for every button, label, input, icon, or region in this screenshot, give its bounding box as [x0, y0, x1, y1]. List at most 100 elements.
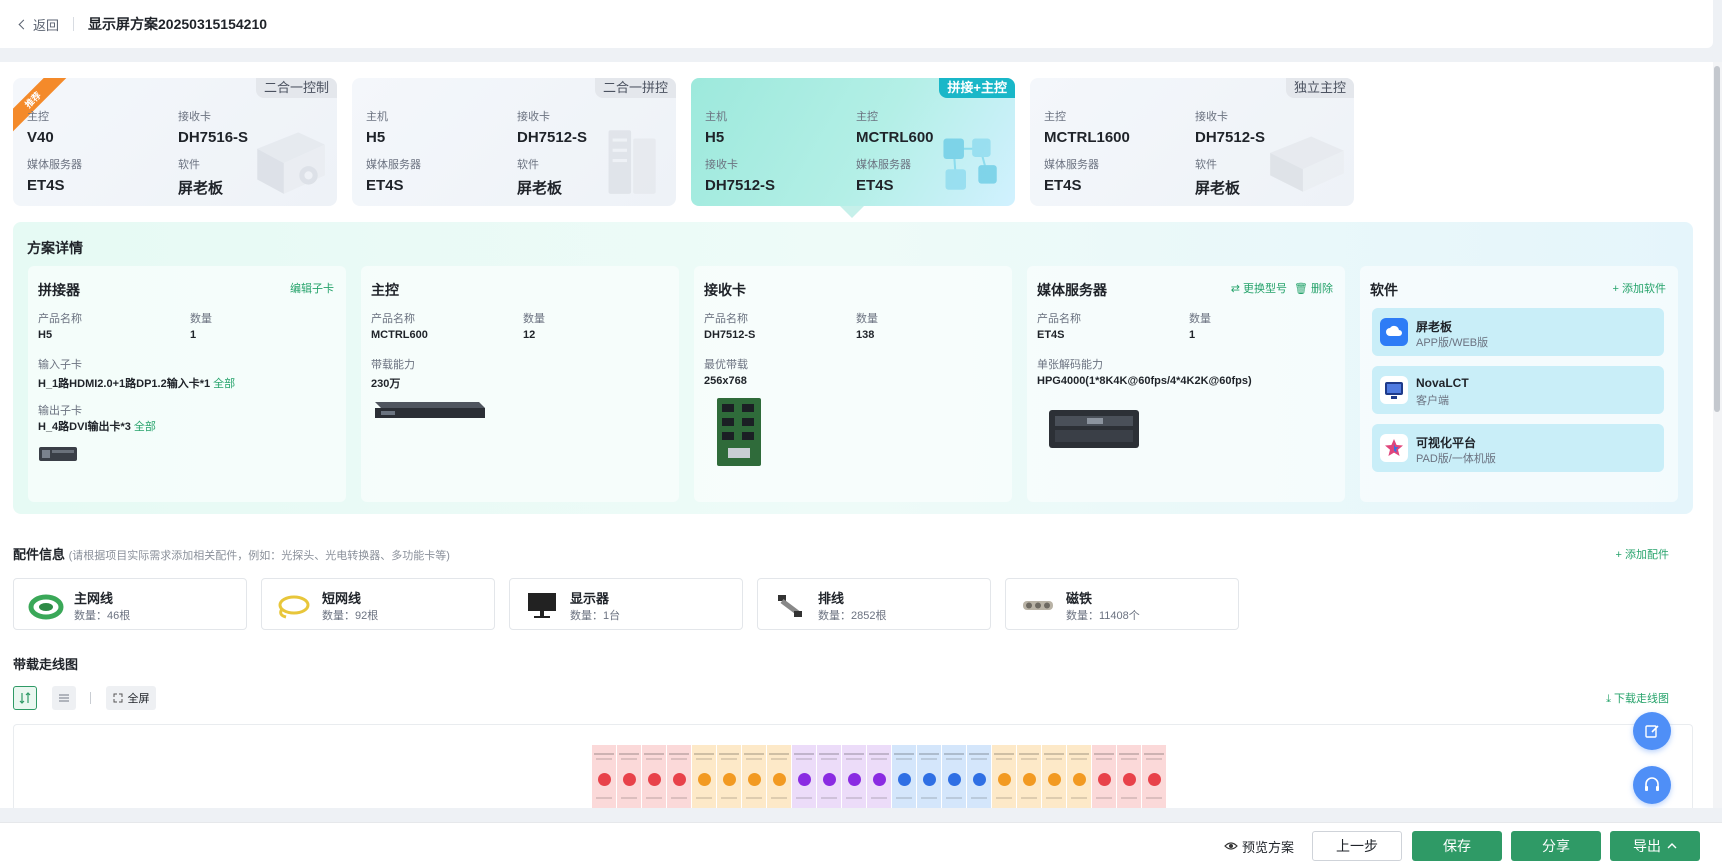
- wiring-label-mark: [846, 797, 862, 799]
- capacity-value: 256x768: [704, 375, 747, 387]
- wiring-label-mark: [844, 753, 864, 755]
- wiring-label-mark: [1121, 797, 1137, 799]
- monitor-icon: [528, 593, 556, 618]
- preview-button[interactable]: 预览方案: [1222, 831, 1296, 861]
- accessory-item[interactable]: 显示器 数量：1台: [509, 578, 743, 630]
- back-button[interactable]: 返回: [18, 15, 59, 34]
- capacity-value: 230万: [371, 378, 401, 390]
- scheme-field: 接收卡 DH7516-S: [178, 111, 249, 146]
- wiring-label-mark: [1094, 753, 1114, 755]
- wiring-label-mark: [771, 758, 787, 760]
- add-accessory-button[interactable]: + 添加配件: [1616, 546, 1669, 562]
- replace-model-button[interactable]: ⇄ 更换型号: [1231, 280, 1287, 296]
- scheme-field: 接收卡 DH7512-S: [1195, 111, 1266, 146]
- input-all-link[interactable]: 全部: [213, 378, 235, 390]
- receiver-title: 接收卡: [704, 282, 746, 298]
- accessory-item[interactable]: 磁铁 数量：11408个: [1005, 578, 1239, 630]
- wiring-label-mark: [1096, 797, 1112, 799]
- wiring-column: [942, 745, 967, 808]
- horizontal-layout-toggle[interactable]: [52, 686, 76, 710]
- accessory-item[interactable]: 短网线 数量：92根: [261, 578, 495, 630]
- wiring-port-dot: [873, 773, 886, 786]
- wiring-label-mark: [1046, 758, 1062, 760]
- wiring-port-dot: [723, 773, 736, 786]
- wiring-label-mark: [596, 797, 612, 799]
- active-pointer: [840, 206, 864, 218]
- wiring-label-mark: [1071, 758, 1087, 760]
- scheme-card-2[interactable]: 二合一拼控 主机 H5 接收卡 DH7512-S 媒体服务器 ET4S 软件 屏老板: [352, 78, 676, 206]
- save-button[interactable]: 保存: [1412, 831, 1502, 861]
- scheme-field: 软件 屏老板: [1195, 159, 1241, 197]
- media-server-card: 媒体服务器 ⇄ 更换型号 🗑 删除 产品名称 数量 ET4S 1 单张解码能力 …: [1027, 266, 1345, 502]
- name-label: 产品名称: [38, 313, 82, 325]
- accessories-title: 配件信息 (请根据项目实际需求添加相关配件，例如：光探头、光电转换器、多功能卡等…: [13, 547, 450, 562]
- vertical-layout-toggle[interactable]: [13, 686, 37, 710]
- accessory-item[interactable]: 主网线 数量：46根: [13, 578, 247, 630]
- wiring-port-dot: [673, 773, 686, 786]
- scheme-tag: 独立主控: [1285, 78, 1354, 98]
- wiring-column: [1092, 745, 1117, 808]
- wiring-port-dot: [898, 773, 911, 786]
- name-label: 产品名称: [704, 313, 748, 325]
- fullscreen-button[interactable]: 全屏: [106, 686, 156, 710]
- wiring-port-dot: [1123, 773, 1136, 786]
- scheme-card-4[interactable]: 独立主控 主控 MCTRL1600 接收卡 DH7512-S 媒体服务器 ET4S 软…: [1030, 78, 1354, 206]
- scheme-detail: 方案详情 拼接器 编辑子卡 产品名称 数量 H5 1 输入子卡 H_1路HDMI…: [13, 222, 1693, 514]
- wiring-label-mark: [619, 753, 639, 755]
- scrollbar-thumb[interactable]: [1714, 66, 1720, 412]
- download-wiring-button[interactable]: ⤓ 下载走线图: [1606, 690, 1669, 706]
- export-button[interactable]: 导出: [1610, 831, 1700, 861]
- headset-icon: [1645, 777, 1659, 791]
- capacity-label: 最优带载: [704, 359, 748, 371]
- wiring-strip: [592, 745, 1167, 808]
- wiring-label-mark: [746, 797, 762, 799]
- add-software-button[interactable]: + 添加软件: [1613, 280, 1666, 296]
- wiring-port-dot: [1098, 773, 1111, 786]
- wiring-label-mark: [1121, 758, 1137, 760]
- wiring-column: [742, 745, 767, 808]
- wiring-port-dot: [973, 773, 986, 786]
- wiring-column: [692, 745, 717, 808]
- star-app-icon: [1380, 434, 1408, 462]
- qty-label: 数量: [190, 313, 212, 325]
- software-item[interactable]: NovaLCT 客户端: [1372, 366, 1664, 414]
- wiring-column: [617, 745, 642, 808]
- wiring-label-mark: [671, 758, 687, 760]
- software-item[interactable]: 可视化平台 PAD版/一体机版: [1372, 424, 1664, 472]
- wiring-canvas[interactable]: [13, 724, 1693, 808]
- wiring-column: [1042, 745, 1067, 808]
- receiver-card-image: [717, 398, 761, 466]
- wiring-label-mark: [696, 758, 712, 760]
- wiring-column: [717, 745, 742, 808]
- wiring-port-dot: [773, 773, 786, 786]
- delete-button[interactable]: 🗑 删除: [1294, 280, 1333, 296]
- wiring-port-dot: [1073, 773, 1086, 786]
- wiring-label-mark: [1069, 753, 1089, 755]
- wiring-port-dot: [598, 773, 611, 786]
- output-all-link[interactable]: 全部: [134, 421, 156, 433]
- wiring-column: [967, 745, 992, 808]
- wiring-label-mark: [996, 797, 1012, 799]
- scheme-field: 主机 H5: [705, 111, 727, 146]
- top-bar: 返回 显示屏方案20250315154210: [0, 0, 1713, 48]
- edit-fab-button[interactable]: [1633, 712, 1671, 750]
- wiring-label-mark: [721, 758, 737, 760]
- wiring-label-mark: [896, 758, 912, 760]
- vertical-scrollbar[interactable]: [1713, 62, 1722, 808]
- scheme-card-1[interactable]: 推荐 二合一控制 主控 V40 接收卡 DH7516-S 媒体服务器 ET4S 软件屏…: [13, 78, 337, 206]
- support-fab-button[interactable]: [1633, 766, 1671, 804]
- wiring-label-mark: [671, 797, 687, 799]
- scheme-card-3[interactable]: 拼接+主控 主机 H5 主控 MCTRL600 接收卡 DH7512-S 媒体服务器 E…: [691, 78, 1015, 206]
- previous-step-button[interactable]: 上一步: [1312, 831, 1402, 861]
- share-button[interactable]: 分享: [1511, 831, 1601, 861]
- scheme-field: 接收卡 DH7512-S: [517, 111, 588, 146]
- wiring-label-mark: [796, 758, 812, 760]
- software-item[interactable]: 屏老板 APP版/WEB版: [1372, 308, 1664, 356]
- wiring-label-mark: [1021, 758, 1037, 760]
- wiring-label-mark: [746, 758, 762, 760]
- accessory-item[interactable]: 排线 数量：2852根: [757, 578, 991, 630]
- wiring-label-mark: [1146, 758, 1162, 760]
- edit-subcard-button[interactable]: 编辑子卡: [290, 280, 334, 296]
- chevron-up-icon: [1667, 843, 1677, 849]
- wiring-port-dot: [1023, 773, 1036, 786]
